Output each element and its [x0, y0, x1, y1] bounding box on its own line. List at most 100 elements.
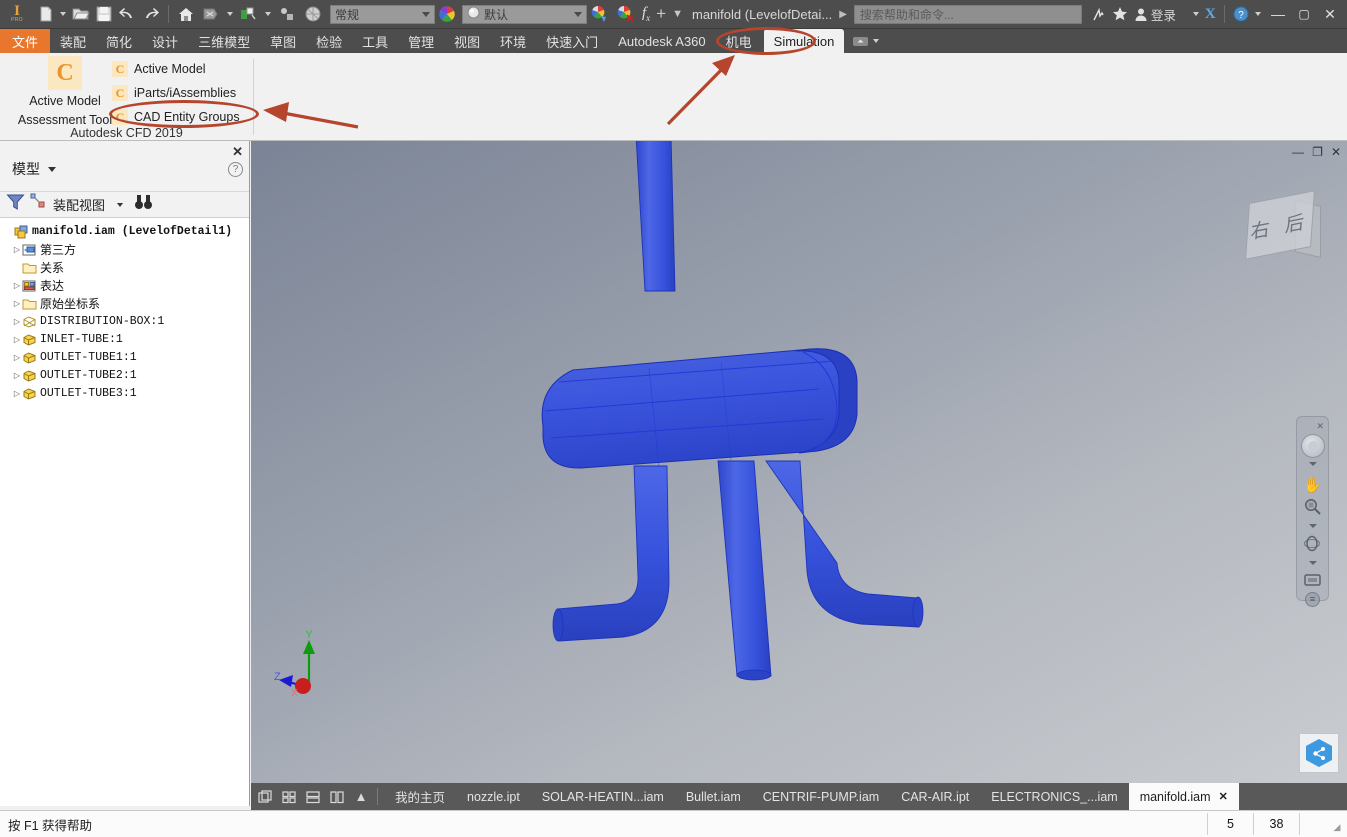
close-icon[interactable]: ✕ [1219, 790, 1228, 803]
new-file-button[interactable] [35, 2, 57, 26]
return-dropdown-icon[interactable] [227, 12, 233, 16]
ribbon-tab-file[interactable]: 文件 [0, 29, 51, 53]
ribbon-minimize-button[interactable] [846, 29, 888, 53]
expand-arrow-icon[interactable]: ▷ [12, 353, 22, 362]
parameters-button[interactable]: fx [639, 2, 653, 26]
add-button[interactable]: + [653, 2, 669, 26]
expand-arrow-icon[interactable]: ▷ [12, 389, 22, 398]
redo-button[interactable] [139, 2, 163, 26]
tree-item-outlet-tube1[interactable]: ▷ OUTLET-TUBE1:1 [6, 348, 249, 366]
tree-item-third-party[interactable]: ▷ 第三方 [6, 240, 249, 258]
binoculars-icon[interactable] [134, 194, 153, 215]
magnifier-icon[interactable] [1304, 498, 1322, 520]
ribbon-tab-simplify[interactable]: 简化 [96, 29, 142, 53]
new-file-dropdown-icon[interactable] [60, 12, 66, 16]
account-dropdown-icon[interactable] [1192, 12, 1199, 16]
clear-appearance-button[interactable] [613, 2, 639, 26]
assembly-view-icon[interactable] [30, 193, 49, 216]
vertical-split-icon[interactable] [327, 787, 347, 807]
ribbon-tab-sketch[interactable]: 草图 [260, 29, 306, 53]
tree-item-distribution-box[interactable]: ▷ DISTRIBUTION-BOX:1 [6, 312, 249, 330]
zoom-dropdown-icon[interactable] [1308, 524, 1317, 528]
orbit-icon[interactable] [1303, 535, 1322, 557]
tree-item-outlet-tube2[interactable]: ▷ OUTLET-TUBE2:1 [6, 366, 249, 384]
filter-funnel-icon[interactable] [6, 193, 25, 216]
ribbon-tab-environment[interactable]: 环境 [490, 29, 536, 53]
tree-item-representation[interactable]: ▷ 表达 [6, 276, 249, 294]
ribbon-tab-3d-model[interactable]: 三维模型 [188, 29, 260, 53]
tree-item-relations[interactable]: 关系 [6, 258, 249, 276]
viewport-close-button[interactable]: ✕ [1331, 145, 1341, 159]
horizontal-split-icon[interactable] [303, 787, 323, 807]
orbit-dropdown-icon[interactable] [1308, 561, 1317, 565]
undo-button[interactable] [115, 2, 139, 26]
expand-arrow-icon[interactable]: ▷ [12, 317, 22, 326]
search-input[interactable]: 搜索帮助和命令... [853, 4, 1082, 24]
viewport-restore-button[interactable]: ❐ [1312, 145, 1323, 159]
close-window-button[interactable]: ✕ [1317, 1, 1343, 27]
open-file-button[interactable] [69, 2, 93, 26]
expand-arrow-icon[interactable]: ▷ [12, 335, 22, 344]
tree-item-origin[interactable]: ▷ 原始坐标系 [6, 294, 249, 312]
browser-help-icon[interactable]: ? [228, 162, 243, 177]
expand-arrow-icon[interactable]: ▷ [12, 299, 22, 308]
sphere-button[interactable] [300, 2, 326, 26]
doc-tab-bullet[interactable]: Bullet.iam [675, 783, 752, 810]
signature-icon[interactable] [1088, 2, 1109, 26]
navbar-close-icon[interactable]: ✕ [1316, 421, 1324, 432]
assembly-view-dropdown-icon[interactable] [117, 202, 124, 207]
a360-share-badge[interactable] [1299, 733, 1339, 773]
material-button[interactable] [274, 2, 300, 26]
browser-close-icon[interactable]: ✕ [232, 144, 243, 160]
tree-item-root[interactable]: manifold.iam (LevelofDetail1) [6, 222, 249, 240]
tile-icon[interactable] [255, 787, 275, 807]
menu-item-active-model[interactable]: C Active Model [112, 57, 240, 81]
doc-tab-manifold[interactable]: manifold.iam ✕ [1128, 783, 1239, 810]
viewport-minimize-button[interactable]: — [1292, 145, 1304, 159]
doc-tab-nozzle[interactable]: nozzle.ipt [456, 783, 531, 810]
ribbon-tab-inspect[interactable]: 检验 [306, 29, 352, 53]
exchange-apps-icon[interactable]: X [1202, 2, 1219, 26]
help-dropdown-icon[interactable] [1254, 12, 1261, 16]
appearance-button[interactable] [236, 2, 262, 26]
screen-icon[interactable] [1303, 572, 1322, 592]
ribbon-tab-assemble[interactable]: 装配 [50, 29, 96, 53]
expand-arrow-icon[interactable]: ▷ [12, 371, 22, 380]
help-button[interactable]: ? [1230, 2, 1252, 26]
expand-arrow-icon[interactable]: ▷ [12, 245, 22, 254]
return-button[interactable] [198, 2, 224, 26]
apply-appearance-button[interactable] [587, 2, 613, 26]
viewcube[interactable]: 右 后 [1241, 183, 1327, 269]
ribbon-tab-tools[interactable]: 工具 [352, 29, 398, 53]
favorites-star-icon[interactable] [1109, 2, 1131, 26]
hand-icon[interactable]: ✋ [1303, 477, 1322, 495]
material-combo[interactable]: 常规 [330, 4, 435, 24]
grid-icon[interactable] [279, 787, 299, 807]
ribbon-tab-get-started[interactable]: 快速入门 [536, 29, 608, 53]
doc-tab-my-home[interactable]: 我的主页 [384, 783, 456, 810]
doc-tab-electronics[interactable]: ELECTRONICS_...iam [980, 783, 1128, 810]
color-wheel-button[interactable] [435, 2, 459, 26]
ribbon-tab-design[interactable]: 设计 [142, 29, 188, 53]
tree-item-outlet-tube3[interactable]: ▷ OUTLET-TUBE3:1 [6, 384, 249, 402]
maximize-window-button[interactable]: ▢ [1291, 1, 1317, 27]
resize-grip-icon[interactable]: ◢ [1327, 813, 1347, 835]
appearance-dropdown-icon[interactable] [265, 12, 271, 16]
steering-wheel-dropdown-icon[interactable] [1308, 462, 1317, 466]
minimize-window-button[interactable]: — [1265, 1, 1291, 27]
collapse-icon[interactable]: ▲ [351, 787, 371, 807]
ribbon-tab-autodesk-a360[interactable]: Autodesk A360 [608, 29, 715, 53]
save-file-button[interactable] [93, 2, 115, 26]
ribbon-tab-view[interactable]: 视图 [444, 29, 490, 53]
navbar-settings-icon[interactable]: ≡ [1305, 592, 1320, 607]
assembly-view-label[interactable]: 装配视图 [53, 195, 105, 214]
doc-tab-car-air[interactable]: CAR-AIR.ipt [890, 783, 980, 810]
doc-tab-solar-heating[interactable]: SOLAR-HEATIN...iam [531, 783, 675, 810]
expand-arrow-icon[interactable]: ▷ [12, 281, 22, 290]
sign-in-button[interactable]: 登录 [1131, 2, 1179, 26]
active-model-assessment-tool-button[interactable]: C Active Model Assessment Tool [10, 56, 120, 128]
appearance-combo[interactable]: 默认 [462, 4, 587, 24]
manifold-3d-model[interactable] [251, 141, 1347, 783]
ribbon-tab-manage[interactable]: 管理 [398, 29, 444, 53]
home-button[interactable] [174, 2, 198, 26]
